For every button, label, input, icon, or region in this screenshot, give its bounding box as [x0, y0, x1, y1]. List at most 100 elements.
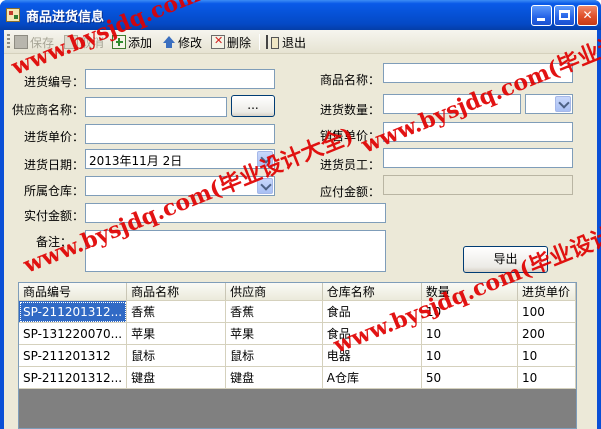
staff-label: 进货员工： — [319, 158, 380, 172]
table-cell[interactable]: 苹果 — [126, 322, 227, 345]
supplier-label: 供应商名称： — [11, 103, 84, 117]
table-cell[interactable]: SP-211201312... — [19, 366, 128, 389]
exit-label: 退出 — [282, 35, 307, 50]
purchase-price-input[interactable] — [85, 124, 275, 144]
payable-amount-label: 应付金额： — [319, 185, 380, 199]
table-cell[interactable]: 键盘 — [126, 366, 227, 389]
table-cell[interactable]: 食品 — [322, 300, 422, 323]
warehouse-select[interactable] — [85, 176, 275, 196]
toolbar-grip[interactable] — [7, 34, 10, 50]
supplier-input[interactable] — [85, 97, 227, 117]
delete-label: 删除 — [227, 35, 252, 50]
save-label: 保存 — [30, 35, 55, 50]
close-button[interactable]: ✕ — [577, 5, 598, 26]
cancel-label: 取消 — [80, 35, 105, 50]
export-button[interactable]: 导出 — [463, 246, 548, 273]
column-header[interactable]: 商品编号 — [19, 283, 128, 301]
paid-amount-input[interactable] — [85, 203, 386, 223]
table-header-row: 商品编号 商品名称 供应商 仓库名称 数量 进货单价 — [19, 283, 576, 301]
column-header[interactable]: 进货单价 — [517, 283, 576, 301]
sale-price-input[interactable] — [383, 122, 573, 142]
purchase-date-picker[interactable]: 2013年11月 2日 — [85, 149, 275, 169]
table-cell[interactable]: 100 — [517, 300, 576, 323]
table-cell[interactable]: 10 — [421, 344, 519, 367]
purchase-date-label: 进货日期： — [23, 158, 84, 172]
table-cell[interactable]: 10 — [421, 300, 519, 323]
close-icon: ✕ — [582, 8, 593, 22]
purchase-table: 商品编号 商品名称 供应商 仓库名称 数量 进货单价 SP-211201312... 香蕉香… — [19, 283, 576, 389]
staff-input[interactable] — [383, 148, 573, 168]
save-button[interactable]: 保存 — [14, 33, 54, 51]
minimize-icon — [537, 18, 545, 21]
unit-select[interactable] — [525, 94, 573, 114]
table-cell[interactable]: 苹果 — [225, 322, 323, 345]
table-cell[interactable]: 香蕉 — [225, 300, 323, 323]
add-button[interactable]: 添加 — [112, 33, 152, 51]
table-cell[interactable]: 10 — [517, 366, 576, 389]
edit-icon — [162, 35, 176, 49]
purchase-no-label: 进货编号： — [23, 75, 84, 89]
purchase-date-value: 2013年11月 2日 — [89, 154, 183, 168]
chevron-down-icon[interactable] — [257, 151, 273, 167]
save-icon — [14, 35, 28, 49]
sale-price-label: 销售单价： — [319, 129, 380, 143]
add-icon — [112, 35, 126, 49]
client-area: 保存 取消 添加 修改 删除 退出 — [4, 30, 597, 429]
payable-amount-field — [383, 175, 573, 195]
table-row[interactable]: SP-211201312... 键盘 键盘 A仓库 50 10 — [19, 366, 576, 389]
minimize-button[interactable] — [531, 5, 552, 26]
table-cell[interactable]: 键盘 — [225, 366, 323, 389]
maximize-icon — [559, 10, 570, 20]
toolbar-separator — [259, 34, 260, 50]
column-header[interactable]: 供应商 — [225, 283, 323, 301]
maximize-button[interactable] — [554, 5, 575, 26]
purchase-price-label: 进货单价： — [23, 130, 84, 144]
chevron-down-icon[interactable] — [257, 178, 273, 194]
table-cell[interactable]: SP-131220070... — [19, 322, 128, 345]
quantity-input[interactable] — [383, 94, 521, 114]
table-cell[interactable]: SP-211201312 — [19, 344, 128, 367]
table-cell[interactable]: 鼠标 — [225, 344, 323, 367]
table-cell[interactable]: 香蕉 — [126, 300, 227, 323]
paid-amount-label: 实付金额： — [23, 209, 84, 223]
remark-label: 备注： — [35, 235, 72, 249]
table-cell[interactable]: A仓库 — [322, 366, 422, 389]
table-cell[interactable]: 鼠标 — [126, 344, 227, 367]
purchase-grid[interactable]: 商品编号 商品名称 供应商 仓库名称 数量 进货单价 SP-211201312... 香蕉香… — [18, 282, 577, 429]
table-row[interactable]: SP-211201312 鼠标 鼠标 电器 10 10 — [19, 344, 576, 367]
warehouse-label: 所属仓库： — [23, 184, 84, 198]
table-cell[interactable]: 电器 — [322, 344, 422, 367]
chevron-down-icon[interactable] — [555, 96, 571, 112]
exit-icon — [266, 35, 280, 49]
app-icon — [6, 8, 20, 22]
table-row[interactable]: SP-131220070... 苹果 苹果 食品 10 200 — [19, 322, 576, 345]
table-cell[interactable]: 200 — [517, 322, 576, 345]
quantity-label: 进货数量： — [319, 103, 380, 117]
remark-textarea[interactable] — [85, 230, 386, 272]
product-name-input[interactable] — [383, 63, 573, 83]
app-window: 商品进货信息 ✕ 保存 取消 添加 修改 ✕ 删除 退出 进货编号： 供应商名称… — [0, 0, 601, 429]
edit-button[interactable]: 修改 — [162, 33, 202, 51]
table-cell[interactable]: 10 — [517, 344, 576, 367]
exit-button[interactable]: 退出 — [266, 33, 306, 51]
cancel-icon — [64, 35, 78, 49]
cancel-button[interactable]: 取消 — [64, 33, 104, 51]
table-cell[interactable]: 食品 — [322, 322, 422, 345]
toolbar: 保存 取消 添加 修改 删除 退出 — [4, 30, 597, 54]
product-name-label: 商品名称： — [319, 73, 380, 87]
edit-label: 修改 — [178, 35, 203, 50]
add-label: 添加 — [128, 35, 153, 50]
table-cell[interactable]: 50 — [421, 366, 519, 389]
column-header[interactable]: 商品名称 — [126, 283, 227, 301]
column-header[interactable]: 仓库名称 — [322, 283, 422, 301]
delete-button[interactable]: 删除 — [211, 33, 251, 51]
table-row[interactable]: SP-211201312... 香蕉 香蕉 食品 10 100 — [19, 300, 576, 323]
table-cell[interactable]: 10 — [421, 322, 519, 345]
window-title: 商品进货信息 — [26, 10, 105, 25]
purchase-no-input[interactable] — [85, 69, 275, 89]
table-cell[interactable]: SP-211201312... — [19, 300, 128, 323]
supplier-browse-button[interactable]: ... — [231, 95, 275, 117]
column-header[interactable]: 数量 — [421, 283, 519, 301]
delete-icon — [211, 34, 225, 49]
title-bar[interactable]: 商品进货信息 ✕ — [0, 0, 601, 30]
